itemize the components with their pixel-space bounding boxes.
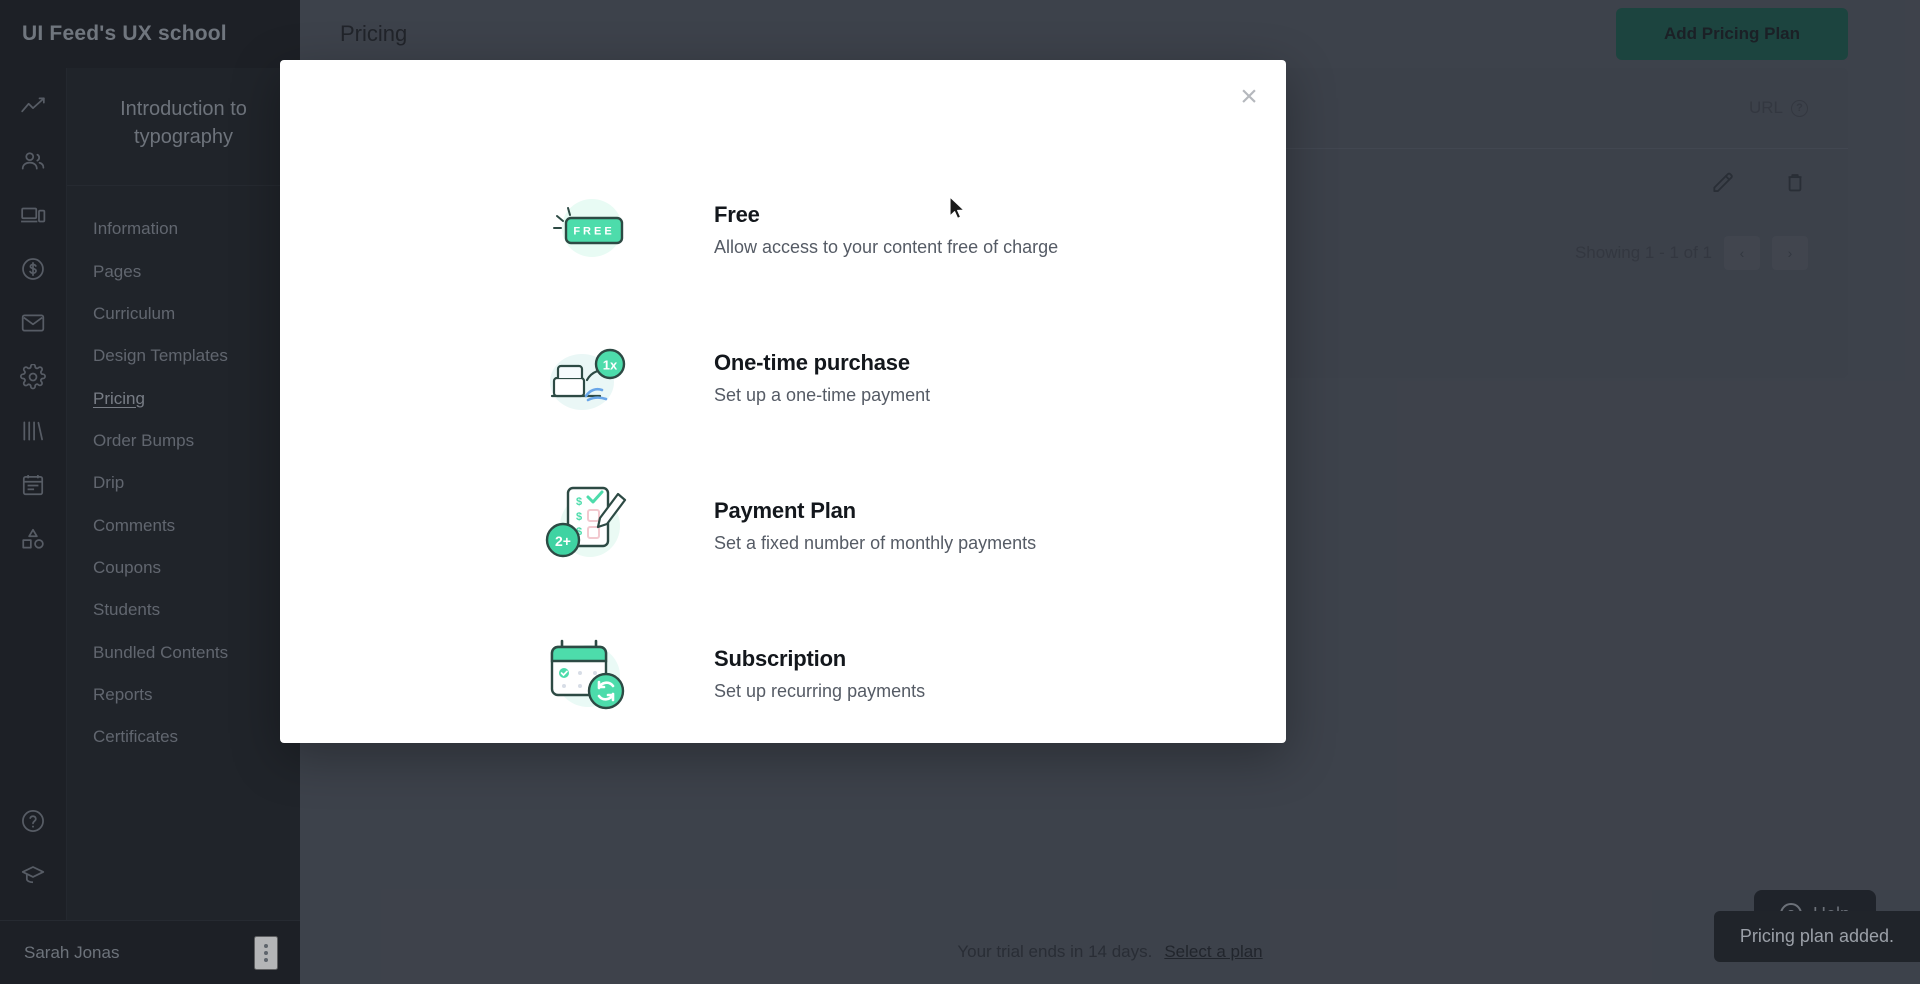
svg-text:$: $ <box>576 496 582 508</box>
plan-name: Payment Plan <box>714 498 856 523</box>
plan-text-one-time-purchase: One-time purchase Set up a one-time paym… <box>714 350 1226 406</box>
plan-option-one-time-purchase[interactable]: 1x One-time purchase Set up a one-time p… <box>280 304 1286 452</box>
plan-option-subscription[interactable]: Subscription Set up recurring payments <box>280 600 1286 743</box>
plan-text-subscription: Subscription Set up recurring payments <box>714 646 1226 702</box>
pricing-plan-type-modal: × FREE Free Allow access to your content… <box>280 60 1286 743</box>
plan-option-free[interactable]: FREE Free Allow access to your content f… <box>280 156 1286 304</box>
free-tag-icon: FREE <box>538 182 634 278</box>
payment-plan-icon: $ $ $ 2+ <box>538 478 634 574</box>
plan-text-payment-plan: Payment Plan Set a fixed number of month… <box>714 498 1226 554</box>
plan-description: Allow access to your content free of cha… <box>714 237 1059 257</box>
app-root: UI Feed's UX school Introduction to typo… <box>0 0 1920 984</box>
plan-type-list: FREE Free Allow access to your content f… <box>280 60 1286 743</box>
plan-option-payment-plan[interactable]: $ $ $ 2+ Payment Plan Set a fixed number o… <box>280 452 1286 600</box>
plan-text-free: Free Allow access to your content free o… <box>714 202 1226 258</box>
plan-description: Set up a one-time payment <box>714 385 931 405</box>
one-time-purchase-icon: 1x <box>538 330 634 426</box>
plan-description: Set up recurring payments <box>714 681 926 701</box>
plan-description: Set a fixed number of monthly payments <box>714 533 1037 553</box>
plan-name: Free <box>714 202 760 227</box>
svg-text:1x: 1x <box>603 358 618 373</box>
svg-text:$: $ <box>576 511 582 523</box>
plan-name: Subscription <box>714 646 847 671</box>
toast-notification: Pricing plan added. <box>1713 911 1920 962</box>
svg-text:FREE: FREE <box>573 226 614 238</box>
close-icon[interactable]: × <box>1228 76 1270 118</box>
subscription-calendar-icon <box>538 626 634 722</box>
svg-text:2+: 2+ <box>555 533 571 549</box>
plan-name: One-time purchase <box>714 350 910 375</box>
